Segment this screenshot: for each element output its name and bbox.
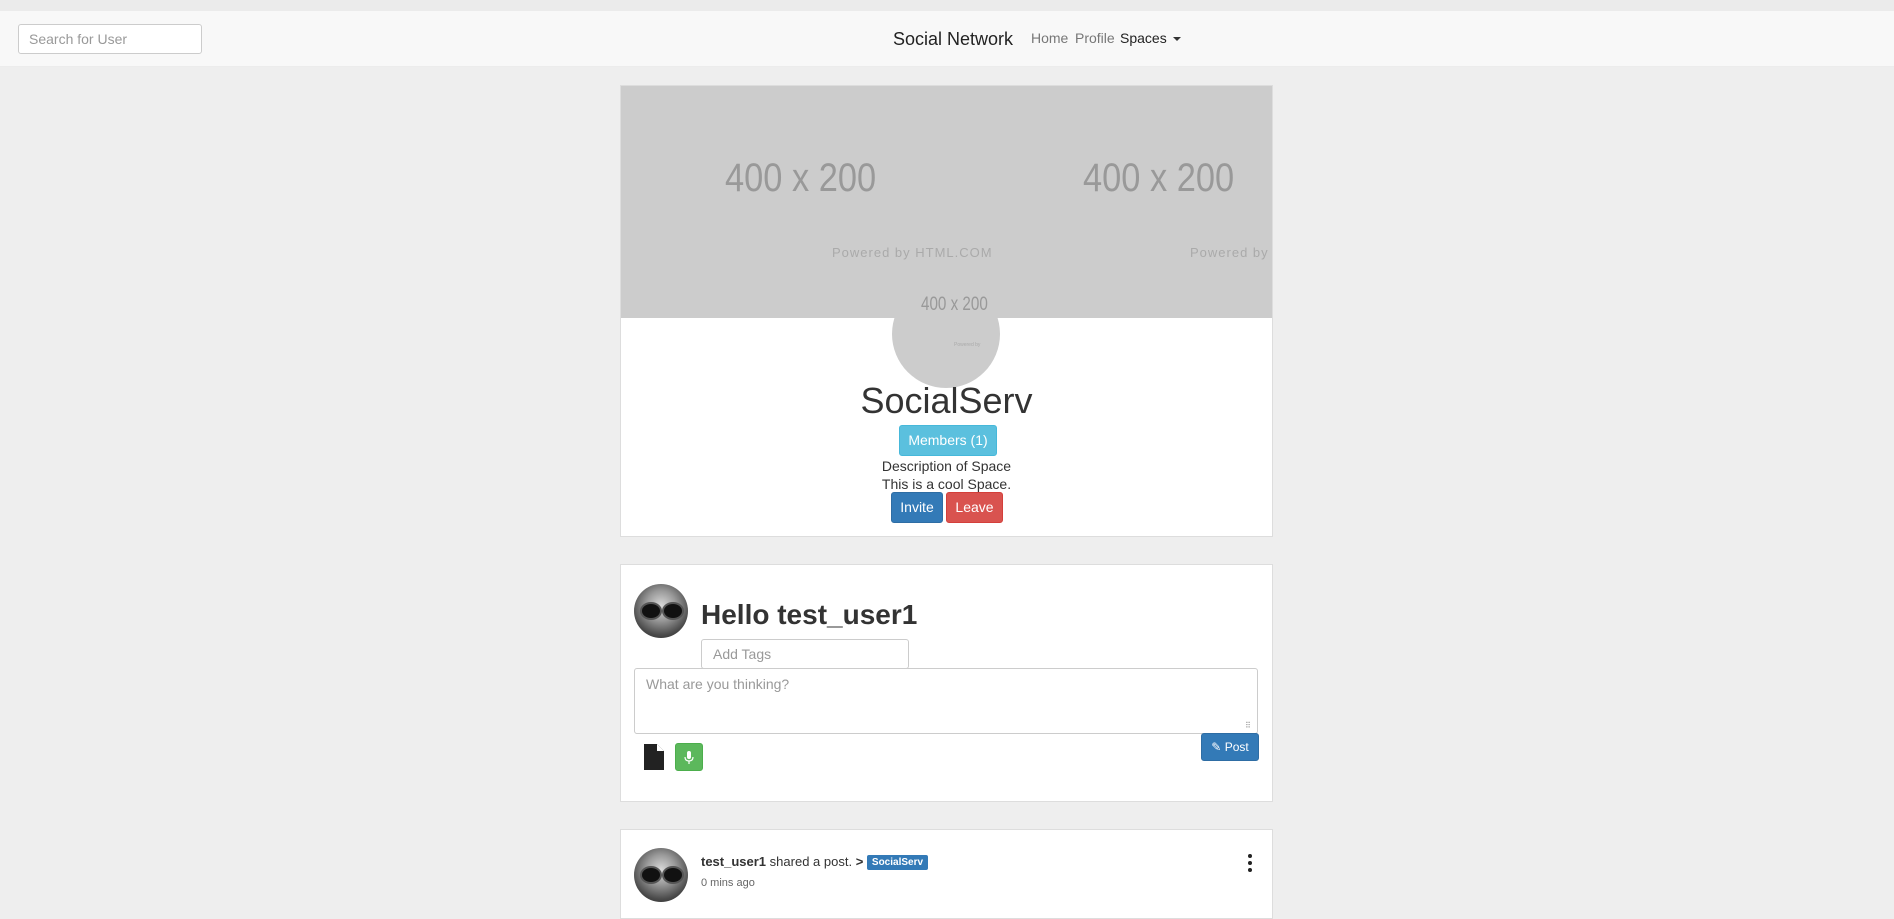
space-description: This is a cool Space.	[881, 476, 1012, 492]
space-avatar: 400 x 200 Powered by	[892, 280, 1000, 388]
pencil-icon: ✎	[1211, 740, 1222, 754]
post-composer-panel: Hello test_user1 ⠿ ✎ Post	[620, 564, 1273, 802]
space-header-panel: 400 x 200 Powered by HTML.COM 400 x 200 …	[620, 85, 1273, 537]
cover-powered-left: Powered by HTML.COM	[832, 245, 993, 260]
space-avatar-powered-text: Powered by	[954, 342, 981, 348]
space-badge[interactable]: SocialServ	[866, 855, 929, 871]
cover-placeholder-text-left: 400 x 200	[725, 156, 877, 200]
user-avatar[interactable]	[634, 584, 688, 638]
greeting-heading: Hello test_user1	[701, 599, 918, 630]
user-search-input[interactable]	[18, 24, 202, 54]
add-tags-input[interactable]	[701, 639, 909, 669]
post-action-text: shared a post.	[769, 854, 853, 869]
post-timestamp: 0 mins ago	[701, 877, 755, 889]
nav-spaces-label: Spaces	[1120, 30, 1167, 46]
brand-title[interactable]: Social Network	[893, 29, 1013, 50]
caret-down-icon	[1172, 37, 1181, 42]
cover-powered-right: Powered by H	[1190, 245, 1272, 260]
file-icon[interactable]	[643, 743, 665, 771]
post-button[interactable]: ✎ Post	[1201, 733, 1259, 761]
nav-profile-link[interactable]: Profile	[1075, 30, 1115, 46]
post-author-name[interactable]: test_user1	[701, 854, 766, 869]
invite-button[interactable]: Invite	[891, 492, 943, 523]
cover-placeholder-text-right: 400 x 200	[1083, 156, 1235, 200]
members-button[interactable]: Members (1)	[899, 425, 997, 456]
space-name: SocialServ	[860, 380, 1033, 421]
leave-button[interactable]: Leave	[946, 492, 1003, 523]
space-description-label: Description of Space	[881, 458, 1012, 474]
post-separator: >	[855, 854, 864, 869]
nav-home-link[interactable]: Home	[1031, 30, 1068, 46]
microphone-icon	[684, 750, 694, 764]
top-strip	[0, 0, 1894, 11]
post-author-avatar[interactable]	[634, 848, 688, 902]
navbar: Social Network Home Profile Spaces	[0, 11, 1894, 67]
post-header: test_user1 shared a post. > SocialServ	[701, 854, 929, 871]
space-avatar-placeholder-text: 400 x 200	[921, 294, 988, 315]
microphone-button[interactable]	[675, 743, 703, 771]
post-button-label: Post	[1224, 740, 1249, 754]
feed-post: test_user1 shared a post. > SocialServ 0…	[620, 829, 1273, 919]
post-text-area[interactable]	[634, 668, 1258, 734]
post-options-icon[interactable]	[1248, 854, 1252, 875]
nav-spaces-dropdown[interactable]: Spaces	[1120, 30, 1181, 46]
